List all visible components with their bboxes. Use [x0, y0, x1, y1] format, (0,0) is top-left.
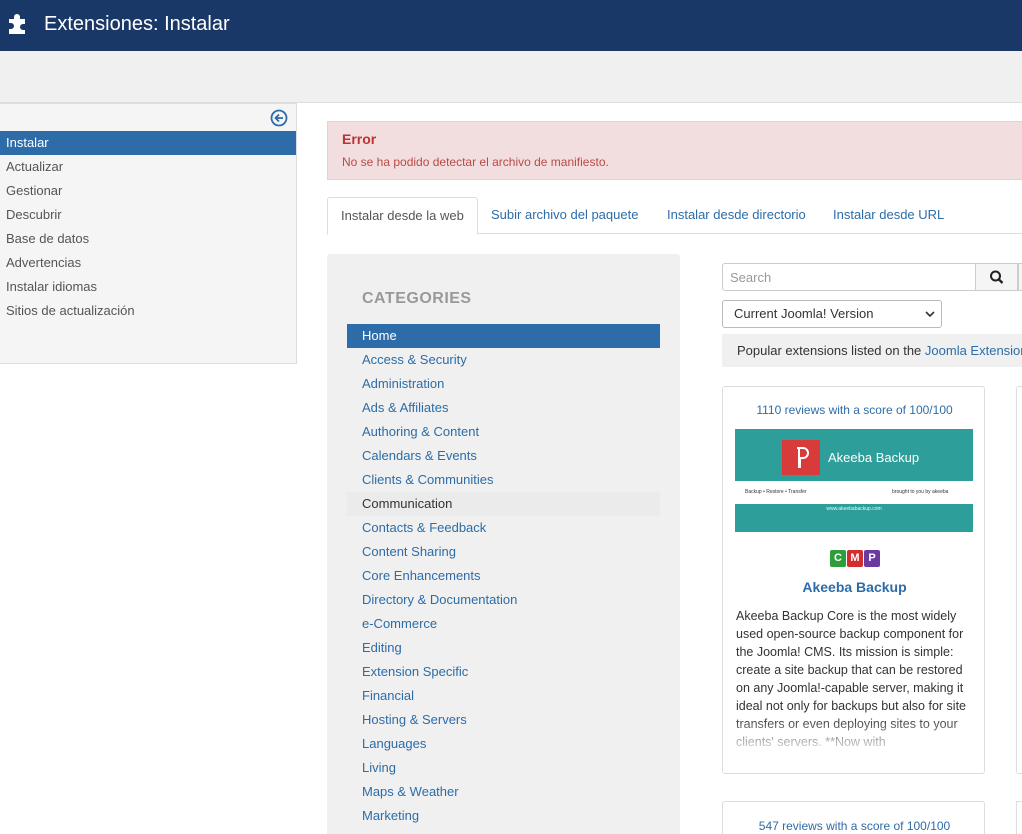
sidebar-item-gestionar[interactable]: Gestionar [0, 179, 296, 203]
popular-banner: Popular extensions listed on the Joomla … [722, 334, 1022, 367]
description-fade [723, 717, 984, 757]
jed-link[interactable]: Joomla Extensions Directory [925, 343, 1022, 358]
category-item[interactable]: Living [347, 756, 660, 780]
error-alert: Error No se ha podido detectar el archiv… [327, 121, 1022, 180]
category-item[interactable]: Contacts & Feedback [347, 516, 660, 540]
joomla-version-value: Current Joomla! Version [734, 306, 874, 321]
category-item[interactable]: Financial [347, 684, 660, 708]
categories-list: Home Access & Security Administration Ad… [347, 324, 660, 828]
tab-subir-archivo[interactable]: Subir archivo del paquete [478, 197, 651, 234]
search-icon [990, 270, 1004, 284]
popular-text: Popular extensions listed on the [737, 343, 925, 358]
category-item[interactable]: Directory & Documentation [347, 588, 660, 612]
sidebar-menu: Instalar Actualizar Gestionar Descubrir … [0, 131, 296, 323]
thumbnail-url: www.akeebabackup.com [826, 506, 882, 512]
card-reviews[interactable]: 547 reviews with a score of 100/100 [723, 819, 986, 833]
tab-instalar-desde-url[interactable]: Instalar desde URL [820, 197, 957, 234]
category-item[interactable]: Extension Specific [347, 660, 660, 684]
joomla-version-select[interactable]: Current Joomla! Version [722, 300, 942, 328]
category-item[interactable]: Ads & Affiliates [347, 396, 660, 420]
tab-instalar-desde-directorio[interactable]: Instalar desde directorio [654, 197, 819, 234]
alert-message: No se ha podido detectar el archivo de m… [342, 155, 609, 169]
tab-instalar-desde-web[interactable]: Instalar desde la web [327, 197, 478, 235]
card-reviews[interactable]: 1110 reviews with a score of 100/100 [723, 403, 984, 417]
page-title: Extensiones: Instalar [44, 13, 230, 35]
badge-component: C [830, 550, 846, 567]
categories-panel: CATEGORIES Home Access & Security Admini… [327, 254, 680, 834]
puzzle-icon [9, 14, 25, 34]
category-item[interactable]: Clients & Communities [347, 468, 660, 492]
extension-thumbnail[interactable]: Akeeba Backup Backup • Restore • Transfe… [735, 429, 973, 532]
category-item[interactable]: Communication [347, 492, 660, 516]
extension-name[interactable]: Akeeba Backup [723, 579, 984, 595]
category-item[interactable]: Administration [347, 372, 660, 396]
category-item[interactable]: Core Enhancements [347, 564, 660, 588]
sidebar-item-sitios-de-actualizacion[interactable]: Sitios de actualización [0, 299, 296, 323]
sidebar-item-actualizar[interactable]: Actualizar [0, 155, 296, 179]
sidebar-item-descubrir[interactable]: Descubrir [0, 203, 296, 227]
category-item[interactable]: Authoring & Content [347, 420, 660, 444]
category-item[interactable]: Marketing [347, 804, 660, 828]
search-button[interactable] [975, 263, 1018, 291]
category-item[interactable]: Home [347, 324, 660, 348]
clear-search-button[interactable] [1018, 263, 1022, 291]
category-item[interactable]: Editing [347, 636, 660, 660]
install-tabs: Instalar desde la web Subir archivo del … [327, 197, 1022, 235]
category-item[interactable]: Content Sharing [347, 540, 660, 564]
extension-card[interactable]: 1110 reviews with a score of 100/100 Ake… [722, 386, 985, 774]
badge-plugin: P [864, 550, 880, 567]
category-item[interactable]: Calendars & Events [347, 444, 660, 468]
category-item[interactable]: Access & Security [347, 348, 660, 372]
category-item[interactable]: Languages [347, 732, 660, 756]
badge-module: M [847, 550, 863, 567]
compatibility-badges: C M P [830, 550, 880, 567]
extension-card-partial[interactable] [1016, 386, 1022, 774]
thumbnail-band: Backup • Restore • Transfer brought to y… [735, 481, 973, 504]
alert-title: Error [342, 131, 377, 147]
extension-card-partial[interactable] [1016, 801, 1022, 834]
thumbnail-brand: Akeeba Backup [828, 450, 920, 465]
collapse-sidebar-icon[interactable] [270, 109, 288, 127]
search-input[interactable] [722, 263, 976, 291]
toolbar [0, 51, 1022, 103]
category-item[interactable]: Maps & Weather [347, 780, 660, 804]
sidebar: Instalar Actualizar Gestionar Descubrir … [0, 103, 297, 364]
akeeba-logo-icon [782, 440, 820, 475]
category-item[interactable]: e-Commerce [347, 612, 660, 636]
extension-card[interactable]: 547 reviews with a score of 100/100 [722, 801, 985, 834]
category-item[interactable]: Hosting & Servers [347, 708, 660, 732]
sidebar-item-instalar[interactable]: Instalar [0, 131, 296, 155]
categories-heading: CATEGORIES [362, 290, 472, 307]
chevron-down-icon [925, 311, 935, 318]
sidebar-item-instalar-idiomas[interactable]: Instalar idiomas [0, 275, 296, 299]
thumbnail-tagline: Backup • Restore • Transfer [745, 489, 807, 495]
sidebar-item-advertencias[interactable]: Advertencias [0, 251, 296, 275]
thumbnail-credit: brought to you by akeeba [892, 489, 949, 495]
sidebar-item-base-de-datos[interactable]: Base de datos [0, 227, 296, 251]
app-header: Extensiones: Instalar [0, 0, 1022, 51]
